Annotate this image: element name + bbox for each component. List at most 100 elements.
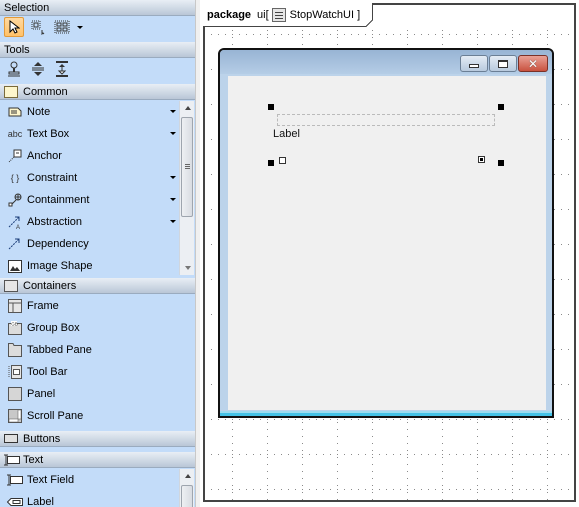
palette-item-label: Image Shape xyxy=(27,260,93,272)
scroll-up-button[interactable] xyxy=(180,469,195,483)
chevron-down-icon[interactable] xyxy=(170,176,176,179)
align-tool-button[interactable] xyxy=(52,59,72,79)
window-bottom-border xyxy=(220,411,552,416)
window-content-pane[interactable] xyxy=(228,76,546,410)
properties-icon[interactable] xyxy=(478,156,485,163)
label-bounds[interactable] xyxy=(277,114,495,126)
palette-item-text-box[interactable]: abc Text Box xyxy=(0,123,180,145)
close-icon: ✕ xyxy=(527,56,539,71)
anchor-icon xyxy=(7,149,23,163)
dependency-icon xyxy=(7,237,23,251)
expand-vertical-icon xyxy=(32,62,44,76)
selection-dropdown-button[interactable] xyxy=(76,17,84,37)
selection-handle-top-left[interactable] xyxy=(268,104,274,110)
palette-item-anchor[interactable]: Anchor xyxy=(0,145,180,167)
selection-handle-top-right[interactable] xyxy=(498,104,504,110)
palette-item-label: Group Box xyxy=(27,322,80,334)
palette-item-label: Tool Bar xyxy=(27,366,68,378)
svg-text:GB: GB xyxy=(11,322,18,327)
selection-handle-bottom-left[interactable] xyxy=(268,160,274,166)
window-controls: ✕ xyxy=(459,55,548,72)
palette-item-label[interactable]: Label xyxy=(0,491,180,507)
palette-item-label: Note xyxy=(27,106,51,118)
app-root: Selection Tools Common Note abc Text Box… xyxy=(0,0,579,507)
note-icon xyxy=(7,105,23,119)
category-tools-label: Tools xyxy=(4,43,30,56)
scrollbar-thumb[interactable] xyxy=(181,485,193,507)
palette-item-dependency[interactable]: Dependency xyxy=(0,233,180,255)
common-scrollbar[interactable] xyxy=(179,101,194,275)
scroll-up-button[interactable] xyxy=(180,101,195,115)
window-element-icon xyxy=(271,7,286,22)
multi-select-button[interactable] xyxy=(52,17,72,37)
text-scrollbar[interactable] xyxy=(179,469,194,507)
diagram-frame-header[interactable]: package ui[ StopWatchUI ] xyxy=(203,3,373,27)
category-text-label: Text xyxy=(23,453,44,466)
palette-item-label: Dependency xyxy=(27,238,89,250)
category-tools[interactable]: Tools xyxy=(0,42,195,58)
scroll-down-button[interactable] xyxy=(180,261,195,275)
minimize-icon xyxy=(469,63,479,68)
scroll-pane-icon xyxy=(7,409,23,423)
text-box-icon: abc xyxy=(7,129,23,139)
palette-item-tabbed-pane[interactable]: Tabbed Pane xyxy=(0,339,195,361)
palette-item-panel[interactable]: Panel xyxy=(0,383,195,405)
align-center-icon xyxy=(56,61,68,77)
stamp-tool-button[interactable] xyxy=(4,59,24,79)
category-containers[interactable]: Containers xyxy=(0,278,195,294)
category-common[interactable]: Common xyxy=(0,84,195,100)
pointer-tool-button[interactable] xyxy=(4,17,24,37)
arrow-up-icon xyxy=(184,474,191,478)
image-icon xyxy=(7,259,23,273)
maximize-button[interactable] xyxy=(489,55,517,72)
palette-item-scroll-pane[interactable]: Scroll Pane xyxy=(0,405,195,427)
multi-select-icon xyxy=(54,20,70,34)
palette-item-tool-bar[interactable]: Tool Bar xyxy=(0,361,195,383)
scrollbar-thumb[interactable] xyxy=(181,117,193,217)
tool-bar-icon xyxy=(7,365,23,379)
palette-item-label: Text Field xyxy=(27,474,75,486)
frame-element-name: StopWatchUI xyxy=(289,8,355,21)
category-buttons-label: Buttons xyxy=(23,432,61,445)
palette-item-image-shape[interactable]: Image Shape xyxy=(0,255,180,277)
chevron-down-icon[interactable] xyxy=(170,220,176,223)
minimize-button[interactable] xyxy=(460,55,488,72)
palette-item-abstraction[interactable]: A Abstraction xyxy=(0,211,180,233)
containment-icon xyxy=(7,193,23,207)
palette-item-text-field[interactable]: Text Field xyxy=(0,469,180,491)
chevron-down-icon xyxy=(77,25,83,29)
chevron-down-icon[interactable] xyxy=(170,132,176,135)
palette-item-containment[interactable]: Containment xyxy=(0,189,180,211)
palette: Selection Tools Common Note abc Text Box… xyxy=(0,0,195,507)
category-buttons[interactable]: Buttons xyxy=(0,431,195,447)
palette-item-group-box[interactable]: GB Group Box xyxy=(0,317,195,339)
folder-icon xyxy=(4,85,18,98)
palette-item-frame[interactable]: Frame xyxy=(0,295,195,317)
chevron-down-icon[interactable] xyxy=(170,198,176,201)
frame-tab-corner xyxy=(365,19,373,27)
palette-item-constraint[interactable]: { } Constraint xyxy=(0,167,180,189)
group-box-icon: GB xyxy=(7,321,23,335)
frame-keyword: package xyxy=(207,8,252,21)
resize-icon[interactable] xyxy=(279,157,286,164)
palette-item-label: Containment xyxy=(27,194,90,206)
expand-tool-button[interactable] xyxy=(28,59,48,79)
category-text[interactable]: Text xyxy=(0,452,195,468)
frame-name-suffix: ] xyxy=(357,8,361,21)
palette-item-label: Panel xyxy=(27,388,56,400)
text-field-icon xyxy=(4,454,20,466)
label-component[interactable]: Label xyxy=(273,128,300,140)
selection-handle-bottom-right[interactable] xyxy=(498,160,504,166)
frame-icon xyxy=(4,279,18,292)
svg-text:A: A xyxy=(16,225,20,229)
palette-item-label: Tabbed Pane xyxy=(27,344,92,356)
palette-item-label: Scroll Pane xyxy=(27,410,84,422)
tools-toolbar xyxy=(0,58,72,80)
marquee-select-button[interactable] xyxy=(28,17,48,37)
category-selection[interactable]: Selection xyxy=(0,0,195,16)
chevron-down-icon[interactable] xyxy=(170,110,176,113)
abstraction-icon: A xyxy=(7,215,23,229)
palette-item-note[interactable]: Note xyxy=(0,101,180,123)
close-button[interactable]: ✕ xyxy=(518,55,548,72)
palette-item-label: Constraint xyxy=(27,172,78,184)
